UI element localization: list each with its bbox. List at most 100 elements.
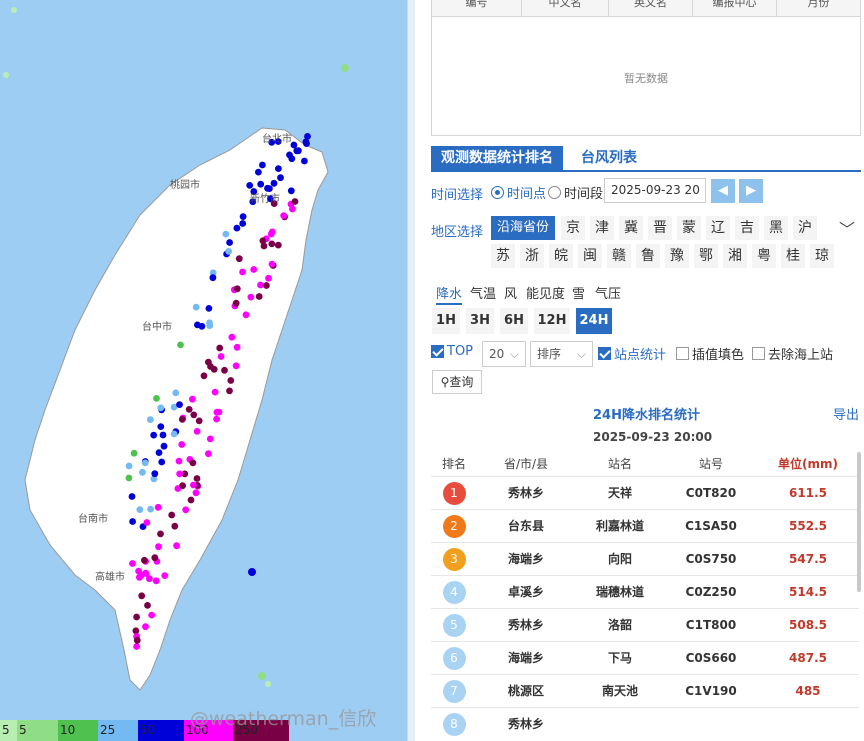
station-dot[interactable]: [289, 205, 296, 213]
station-dot[interactable]: [206, 319, 213, 327]
station-dot[interactable]: [154, 503, 162, 511]
station-dot[interactable]: [235, 255, 243, 263]
station-dot[interactable]: [295, 147, 302, 155]
station-dot[interactable]: [182, 506, 190, 514]
tab-element-5[interactable]: 气压: [595, 283, 621, 302]
date-input[interactable]: 2025-09-23 20: [604, 178, 706, 203]
station-dot[interactable]: [211, 388, 219, 396]
station-dot[interactable]: [158, 458, 166, 466]
station-dot[interactable]: [206, 435, 214, 443]
station-dot[interactable]: [179, 482, 187, 490]
hour-button-1H[interactable]: 1H: [432, 308, 460, 334]
station-dot[interactable]: [193, 475, 201, 482]
region-button-14[interactable]: 鲁: [636, 244, 660, 268]
station-dot[interactable]: [143, 519, 151, 526]
region-button-16[interactable]: 鄂: [694, 244, 718, 268]
next-time-button[interactable]: ▶: [739, 179, 763, 203]
table-scrollbar[interactable]: [857, 452, 861, 592]
station-dot[interactable]: [216, 344, 224, 352]
table-row[interactable]: 5 秀林乡 洛韶 C1T800 508.5: [431, 608, 859, 641]
region-button-4[interactable]: 蒙: [677, 216, 701, 240]
region-button-9[interactable]: 苏: [491, 244, 515, 268]
region-button-20[interactable]: 琼: [810, 244, 834, 268]
table-row[interactable]: 3 海端乡 向阳 C0S750 547.5: [431, 542, 859, 575]
station-dot[interactable]: [189, 395, 196, 403]
hour-button-6H[interactable]: 6H: [500, 308, 528, 334]
remove-sea-station-checkbox[interactable]: 去除海上站: [752, 344, 833, 363]
station-dot[interactable]: [221, 366, 228, 374]
station-dot[interactable]: [130, 449, 138, 457]
station-dot[interactable]: [239, 213, 247, 221]
region-button-11[interactable]: 皖: [549, 244, 573, 268]
station-dot[interactable]: [277, 174, 284, 182]
station-dot[interactable]: [189, 459, 197, 467]
station-dot[interactable]: [200, 372, 208, 380]
station-dot[interactable]: [215, 408, 223, 416]
tab-element-4[interactable]: 雪: [572, 283, 585, 302]
station-dot[interactable]: [226, 239, 234, 246]
station-dot[interactable]: [275, 165, 282, 173]
station-dot[interactable]: [287, 187, 295, 195]
station-dot[interactable]: [133, 636, 141, 644]
station-dot[interactable]: [268, 240, 276, 248]
station-dot[interactable]: [265, 274, 272, 282]
top-count-select[interactable]: 20 ⌵: [482, 341, 526, 367]
table-row[interactable]: 2 台东县 利嘉林道 C1SA50 552.5: [431, 509, 859, 542]
region-button-15[interactable]: 豫: [665, 244, 689, 268]
station-dot[interactable]: [255, 293, 263, 300]
station-dot[interactable]: [178, 441, 186, 448]
station-dot[interactable]: [148, 611, 156, 619]
station-dot[interactable]: [242, 311, 250, 319]
interp-fill-checkbox[interactable]: 插值填色: [676, 344, 744, 363]
prev-time-button[interactable]: ◀: [711, 179, 735, 203]
top-checkbox[interactable]: TOP: [431, 344, 473, 359]
station-dot[interactable]: [133, 613, 141, 621]
station-dot[interactable]: [195, 417, 203, 425]
station-dot[interactable]: [232, 299, 240, 307]
map-canvas[interactable]: [0, 0, 407, 741]
export-button[interactable]: 导出: [833, 404, 859, 423]
station-dot[interactable]: [128, 493, 136, 500]
chevron-down-icon[interactable]: ﹀: [839, 216, 855, 240]
station-dot[interactable]: [239, 268, 247, 276]
region-button-12[interactable]: 闽: [578, 244, 602, 268]
station-dot[interactable]: [291, 198, 299, 205]
station-dot[interactable]: [155, 449, 163, 456]
region-button-1[interactable]: 津: [590, 216, 614, 240]
station-dot[interactable]: [141, 459, 149, 467]
station-dot[interactable]: [227, 377, 235, 384]
region-button-6[interactable]: 吉: [735, 216, 759, 240]
station-dot[interactable]: [155, 543, 162, 551]
station-dot[interactable]: [187, 496, 195, 504]
station-dot[interactable]: [142, 623, 149, 631]
station-dot[interactable]: [250, 266, 258, 273]
tab-element-0[interactable]: 降水: [436, 283, 463, 305]
station-dot[interactable]: [303, 140, 310, 148]
tab-stats-ranking[interactable]: 观测数据统计排名: [431, 146, 563, 170]
station-dot[interactable]: [246, 182, 254, 189]
station-stats-checkbox[interactable]: 站点统计: [598, 344, 666, 363]
station-dot[interactable]: [168, 511, 176, 519]
station-dot[interactable]: [205, 450, 212, 458]
station-dot[interactable]: [190, 481, 197, 489]
station-dot[interactable]: [280, 212, 288, 220]
region-button-17[interactable]: 湘: [723, 244, 747, 268]
station-dot[interactable]: [125, 474, 133, 482]
station-dot[interactable]: [176, 470, 184, 478]
station-dot[interactable]: [210, 365, 218, 373]
station-dot[interactable]: [257, 281, 264, 289]
station-dot[interactable]: [267, 230, 275, 238]
station-dot[interactable]: [152, 577, 160, 585]
station-dot[interactable]: [233, 224, 241, 232]
station-dot[interactable]: [160, 442, 168, 450]
station-dot[interactable]: [304, 133, 311, 140]
station-dot[interactable]: [151, 470, 159, 478]
station-dot[interactable]: [225, 248, 233, 255]
tab-element-2[interactable]: 风: [504, 283, 517, 302]
station-dot[interactable]: [159, 431, 167, 439]
station-dot[interactable]: [157, 404, 165, 412]
table-row[interactable]: 8 秀林乡: [431, 707, 859, 740]
station-dot[interactable]: [205, 305, 213, 312]
station-dot[interactable]: [192, 303, 200, 311]
region-button-8[interactable]: 沪: [793, 216, 817, 240]
